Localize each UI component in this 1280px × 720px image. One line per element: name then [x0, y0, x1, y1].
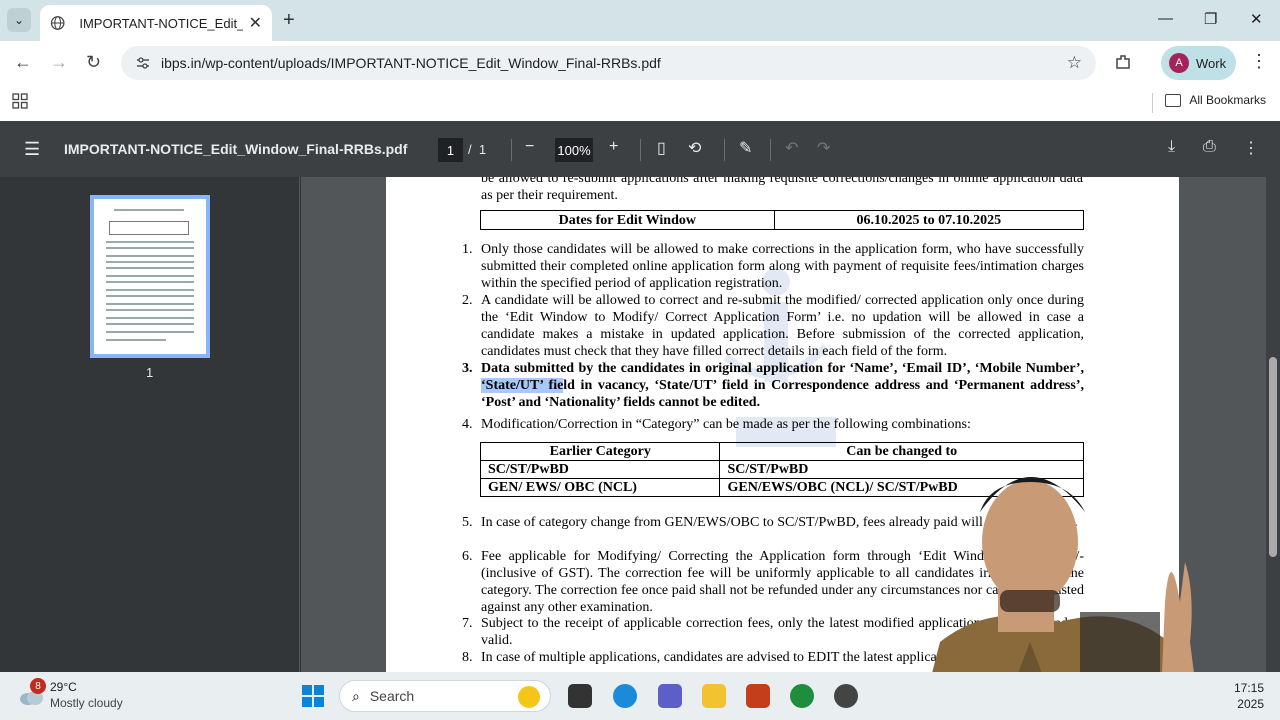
scrollbar-thumb[interactable]	[1269, 357, 1277, 557]
toolbar-divider	[770, 139, 771, 161]
file-explorer-icon[interactable]	[702, 684, 726, 708]
table-cell: SC/ST/PwBD	[479, 460, 721, 479]
clock-time: 17:15	[1233, 681, 1264, 695]
pdf-toolbar: ☰ IMPORTANT-NOTICE_Edit_Window_Final-RRB…	[0, 121, 1280, 177]
chrome-icon[interactable]	[790, 684, 814, 708]
globe-icon	[50, 16, 65, 30]
teams-icon[interactable]	[658, 684, 682, 708]
bookmarks-divider	[1152, 93, 1153, 113]
page-separator: /	[468, 142, 472, 157]
taskbar-search[interactable]: ⌕ Search	[339, 680, 551, 712]
zoom-input[interactable]: 100%	[555, 138, 593, 162]
zoom-out-icon[interactable]: −	[525, 138, 534, 156]
search-label: Search	[369, 688, 415, 704]
taskbar: 29°C Mostly cloudy 8 ⌕ Search 17:15 2025	[0, 672, 1280, 720]
url-text: ibps.in/wp-content/uploads/IMPORTANT-NOT…	[161, 55, 661, 71]
windows-start-icon[interactable]	[302, 685, 324, 707]
browser-menu-icon[interactable]: ⋮	[1250, 51, 1268, 72]
page-total: / 1	[468, 142, 486, 157]
notification-badge: 8	[30, 678, 46, 694]
list-item: 3. Data submitted by the candidates in o…	[462, 361, 1084, 410]
search-icon: ⌕	[352, 687, 360, 704]
close-tab-icon[interactable]: ✕	[249, 13, 262, 33]
profile-button[interactable]: A Work	[1161, 46, 1236, 80]
sidebar-menu-icon[interactable]: ☰	[24, 139, 40, 160]
zoom-in-icon[interactable]: +	[609, 138, 618, 156]
tab-strip: ⌄ IMPORTANT-NOTICE_Edit_Window_Final-RRB…	[0, 0, 1280, 41]
page-number-input[interactable]: 1	[438, 138, 463, 162]
dates-table: Dates for Edit Window 06.10.2025 to 07.1…	[480, 210, 1085, 230]
restore-icon[interactable]: ❐	[1204, 10, 1217, 28]
print-icon[interactable]: ⎙	[1203, 138, 1216, 156]
table-cell: GEN/ EWS/ OBC (NCL)	[479, 478, 721, 497]
profile-label: Work	[1196, 55, 1227, 71]
site-info-icon[interactable]	[135, 55, 151, 71]
page-thumbnail[interactable]	[90, 195, 210, 358]
all-bookmarks-button[interactable]: All Bookmarks	[1165, 93, 1266, 107]
search-highlight-icon	[518, 686, 540, 708]
redo-icon[interactable]: ↷	[817, 138, 830, 158]
extensions-icon[interactable]	[1114, 53, 1132, 71]
powerpoint-icon[interactable]	[746, 684, 770, 708]
recorder-icon[interactable]	[834, 684, 858, 708]
folder-icon	[1165, 93, 1182, 107]
list-item: 4. Modification/Correction in “Category”…	[462, 417, 971, 432]
all-bookmarks-label: All Bookmarks	[1189, 93, 1266, 107]
browser-toolbar: ← → ↻ ibps.in/wp-content/uploads/IMPORTA…	[0, 41, 1280, 85]
annotate-icon[interactable]: ✎	[739, 138, 752, 158]
clock-date: 2025	[1237, 697, 1264, 711]
bookmark-star-icon[interactable]: ☆	[1067, 53, 1082, 73]
dates-value: 06.10.2025 to 07.10.2025	[773, 210, 1085, 230]
thumbnail-page-number: 1	[146, 365, 154, 380]
tab-title: IMPORTANT-NOTICE_Edit_Window_Final-RRBs.…	[79, 15, 242, 31]
weather-condition: Mostly cloudy	[50, 696, 123, 710]
toolbar-divider	[724, 139, 725, 161]
active-tab[interactable]: IMPORTANT-NOTICE_Edit_Window_Final-RRBs.…	[40, 5, 272, 41]
address-bar[interactable]: ibps.in/wp-content/uploads/IMPORTANT-NOT…	[121, 46, 1096, 80]
reload-icon[interactable]: ↻	[86, 52, 101, 73]
thumbnail-sidebar: 1	[0, 177, 300, 672]
tab-search-button[interactable]: ⌄	[7, 8, 31, 32]
dates-label: Dates for Edit Window	[480, 210, 775, 230]
fit-page-icon[interactable]: ▯	[657, 138, 666, 158]
total-pages: 1	[478, 142, 487, 157]
item-3-text-start: Data submitted by the candidates in orig…	[481, 361, 1084, 376]
temperature: 29°C	[50, 680, 77, 694]
bookmarks-bar: All Bookmarks	[0, 85, 1280, 121]
toolbar-divider	[640, 139, 641, 161]
intro-paragraph: be allowed to re-submit applications aft…	[481, 177, 1083, 203]
forward-icon[interactable]: →	[50, 52, 68, 73]
selected-text: ‘State/UT’ fie	[481, 378, 564, 393]
list-item: 1. Only those candidates will be allowed…	[462, 242, 1084, 291]
system-clock[interactable]: 17:15 2025	[1224, 680, 1264, 712]
avatar: A	[1169, 53, 1189, 73]
apps-grid-icon[interactable]	[12, 93, 28, 109]
new-tab-icon[interactable]: +	[283, 9, 295, 32]
edge-icon[interactable]	[613, 684, 637, 708]
task-view-icon[interactable]	[568, 684, 592, 708]
minimize-icon[interactable]: —	[1158, 10, 1173, 27]
pdf-title: IMPORTANT-NOTICE_Edit_Window_Final-RRBs.…	[64, 141, 408, 157]
download-icon[interactable]: ⤓	[1168, 138, 1175, 156]
vertical-scrollbar[interactable]	[1266, 177, 1280, 672]
undo-icon[interactable]: ↶	[785, 138, 798, 158]
rotate-icon[interactable]: ⟲	[688, 138, 701, 158]
category-header-earlier: Earlier Category	[479, 442, 721, 461]
close-window-icon[interactable]: ✕	[1250, 10, 1263, 28]
item-3-text-end: ld in vacancy, ‘State/UT’ field in Corre…	[481, 378, 1084, 410]
back-icon[interactable]: ←	[14, 52, 32, 73]
toolbar-divider	[511, 139, 512, 161]
list-item: 2. A candidate will be allowed to correc…	[462, 293, 1084, 359]
more-actions-icon[interactable]: ⋮	[1243, 138, 1259, 158]
